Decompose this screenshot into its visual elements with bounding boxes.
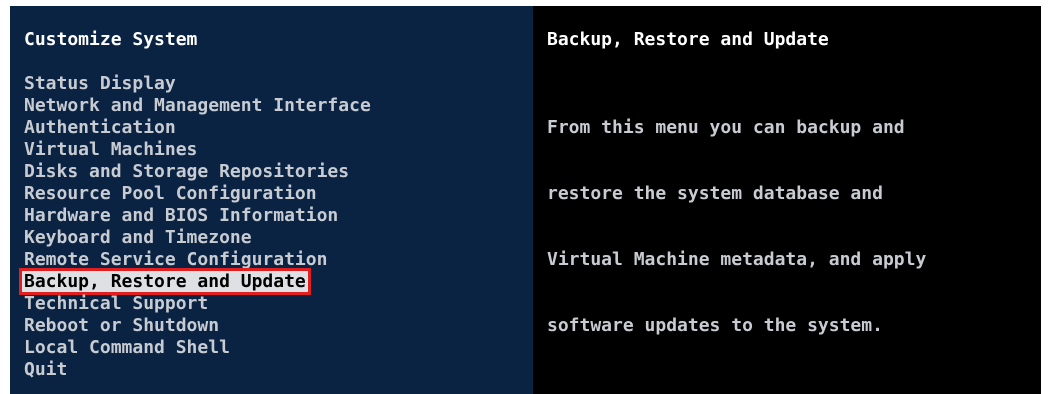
description-line: From this menu you can backup and (547, 117, 905, 138)
customize-system-pane: Customize System Status Display Network … (10, 6, 533, 394)
menu-item-label: Network and Management Interface (24, 95, 371, 116)
console-screen: Customize System Status Display Network … (10, 6, 1041, 394)
menu-item-hardware-and-bios-information[interactable]: Hardware and BIOS Information (24, 205, 533, 227)
description-line: software updates to the system. (547, 315, 883, 336)
menu-list: Status Display Network and Management In… (19, 73, 533, 381)
menu-item-label: Status Display (24, 73, 176, 94)
menu-item-label: Remote Service Configuration (24, 249, 328, 270)
description-title: Backup, Restore and Update (547, 29, 829, 50)
menu-item-network-and-management-interface[interactable]: Network and Management Interface (24, 95, 533, 117)
menu-item-label: Hardware and BIOS Information (24, 205, 339, 226)
menu-item-local-command-shell[interactable]: Local Command Shell (24, 337, 533, 359)
description-line: Virtual Machine metadata, and apply (547, 249, 927, 270)
description-pane: Backup, Restore and Update From this men… (533, 6, 1041, 394)
menu-item-label: Disks and Storage Repositories (24, 161, 350, 182)
menu-item-reboot-or-shutdown[interactable]: Reboot or Shutdown (24, 315, 533, 337)
menu-item-label: Backup, Restore and Update (19, 268, 311, 295)
description-text: From this menu you can backup and restor… (547, 73, 1041, 381)
menu-item-disks-and-storage-repositories[interactable]: Disks and Storage Repositories (24, 161, 533, 183)
menu-item-quit[interactable]: Quit (24, 359, 533, 381)
menu-item-resource-pool-configuration[interactable]: Resource Pool Configuration (24, 183, 533, 205)
menu-item-label: Authentication (24, 117, 176, 138)
menu-item-label: Local Command Shell (24, 337, 230, 358)
menu-item-label: Resource Pool Configuration (24, 183, 317, 204)
menu-item-label: Reboot or Shutdown (24, 315, 220, 336)
menu-item-technical-support[interactable]: Technical Support (24, 293, 533, 315)
description-line: restore the system database and (547, 183, 883, 204)
pane-title: Customize System (24, 29, 198, 50)
menu-item-authentication[interactable]: Authentication (24, 117, 533, 139)
menu-item-status-display[interactable]: Status Display (24, 73, 533, 95)
menu-item-label: Technical Support (24, 293, 209, 314)
menu-item-label: Keyboard and Timezone (24, 227, 252, 248)
menu-item-remote-service-configuration[interactable]: Remote Service Configuration (24, 249, 533, 271)
menu-item-label: Quit (24, 359, 68, 380)
menu-item-backup-restore-and-update[interactable]: Backup, Restore and Update (19, 268, 533, 295)
menu-item-virtual-machines[interactable]: Virtual Machines (24, 139, 533, 161)
menu-item-label: Virtual Machines (24, 139, 198, 160)
menu-item-keyboard-and-timezone[interactable]: Keyboard and Timezone (24, 227, 533, 249)
